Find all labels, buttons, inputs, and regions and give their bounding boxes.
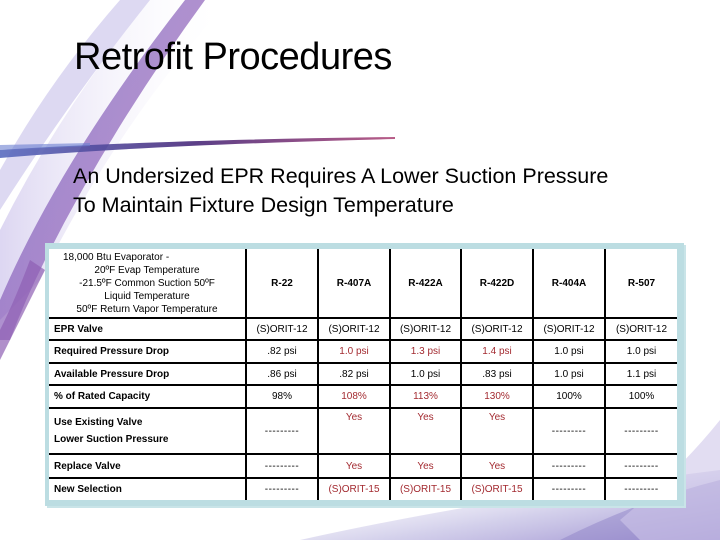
row-label: Replace Valve	[49, 453, 247, 479]
subtitle-line: To Maintain Fixture Design Temperature	[73, 193, 454, 217]
table-row-required-pressure-drop: Required Pressure Drop .82 psi 1.0 psi 1…	[49, 339, 677, 364]
table-cell: (S)ORIT-12	[460, 317, 534, 341]
row-label: Use Existing Valve Lower Suction Pressur…	[49, 407, 247, 455]
table-cell: 1.4 psi	[460, 339, 534, 364]
table-cell: 100%	[604, 384, 677, 409]
table-cell: ---------	[245, 453, 319, 479]
table-row-available-pressure-drop: Available Pressure Drop .86 psi .82 psi …	[49, 362, 677, 386]
table-cell: (S)ORIT-12	[532, 317, 606, 341]
table-cell: Yes	[317, 407, 391, 455]
table-cell: Yes	[389, 407, 462, 455]
row-label: EPR Valve	[49, 317, 247, 341]
table-cell: (S)ORIT-12	[604, 317, 677, 341]
slide-title: Retrofit Procedures	[74, 36, 392, 78]
subtitle-line: An Undersized EPR Requires A Lower Sucti…	[73, 164, 609, 188]
column-header-r404a: R-404A	[532, 249, 606, 319]
column-header-r507: R-507	[604, 249, 677, 319]
condition-line: -21.5ºF Common Suction 50ºF	[79, 278, 215, 289]
table-cell: ---------	[532, 407, 606, 455]
condition-line: Liquid Temperature	[104, 291, 190, 302]
table-cell: 98%	[245, 384, 319, 409]
row-label: % of Rated Capacity	[49, 384, 247, 409]
conditions-cell: 18,000 Btu Evaporator - 20ºF Evap Temper…	[49, 249, 247, 319]
table-cell: .82 psi	[245, 339, 319, 364]
table-cell: ---------	[604, 407, 677, 455]
table-row-rated-capacity: % of Rated Capacity 98% 108% 113% 130% 1…	[49, 384, 677, 409]
table-cell: ---------	[245, 407, 319, 455]
condition-line: 18,000 Btu Evaporator -	[63, 252, 170, 263]
row-label-line: Lower Suction Pressure	[54, 434, 169, 445]
table-cell: Yes	[460, 407, 534, 455]
column-header-r422a: R-422A	[389, 249, 462, 319]
table-cell: ---------	[532, 453, 606, 479]
table-cell: 108%	[317, 384, 391, 409]
table-cell: ---------	[604, 453, 677, 479]
table-cell: 1.3 psi	[389, 339, 462, 364]
column-header-r407a: R-407A	[317, 249, 391, 319]
table-cell: 100%	[532, 384, 606, 409]
table-cell: ---------	[532, 477, 606, 500]
table-cell: ---------	[245, 477, 319, 500]
table-cell: 1.0 psi	[532, 362, 606, 386]
condition-line: 50ºF Return Vapor Temperature	[76, 304, 218, 315]
row-label: Available Pressure Drop	[49, 362, 247, 386]
table-cell: 113%	[389, 384, 462, 409]
table-row-use-existing-valve: Use Existing Valve Lower Suction Pressur…	[49, 407, 677, 455]
row-label: Required Pressure Drop	[49, 339, 247, 364]
table-cell: (S)ORIT-15	[389, 477, 462, 500]
table-cell: ---------	[604, 477, 677, 500]
table-cell: 130%	[460, 384, 534, 409]
table-cell: Yes	[389, 453, 462, 479]
slide-subtitle: An Undersized EPR Requires A Lower Sucti…	[73, 162, 713, 220]
table-cell: .82 psi	[317, 362, 391, 386]
table-cell: 1.1 psi	[604, 362, 677, 386]
table-cell: .86 psi	[245, 362, 319, 386]
table-cell: (S)ORIT-12	[245, 317, 319, 341]
column-header-r422d: R-422D	[460, 249, 534, 319]
table-cell: .83 psi	[460, 362, 534, 386]
table-cell: (S)ORIT-12	[317, 317, 391, 341]
retrofit-table: 18,000 Btu Evaporator - 20ºF Evap Temper…	[49, 249, 677, 500]
table-cell: (S)ORIT-15	[460, 477, 534, 500]
column-header-r22: R-22	[245, 249, 319, 319]
table-row-epr-valve: EPR Valve (S)ORIT-12 (S)ORIT-12 (S)ORIT-…	[49, 317, 677, 341]
table-cell: (S)ORIT-15	[317, 477, 391, 500]
header-row: 18,000 Btu Evaporator - 20ºF Evap Temper…	[49, 249, 677, 319]
row-label-line: Use Existing Valve	[54, 417, 143, 428]
table-cell: Yes	[317, 453, 391, 479]
table-row-replace-valve: Replace Valve --------- Yes Yes Yes ----…	[49, 453, 677, 479]
condition-line: 20ºF Evap Temperature	[94, 265, 200, 276]
table-cell: Yes	[460, 453, 534, 479]
table-cell: (S)ORIT-12	[389, 317, 462, 341]
table-cell: 1.0 psi	[389, 362, 462, 386]
table-cell: 1.0 psi	[532, 339, 606, 364]
table-cell: 1.0 psi	[604, 339, 677, 364]
table-row-new-selection: New Selection --------- (S)ORIT-15 (S)OR…	[49, 477, 677, 500]
row-label: New Selection	[49, 477, 247, 500]
table-cell: 1.0 psi	[317, 339, 391, 364]
